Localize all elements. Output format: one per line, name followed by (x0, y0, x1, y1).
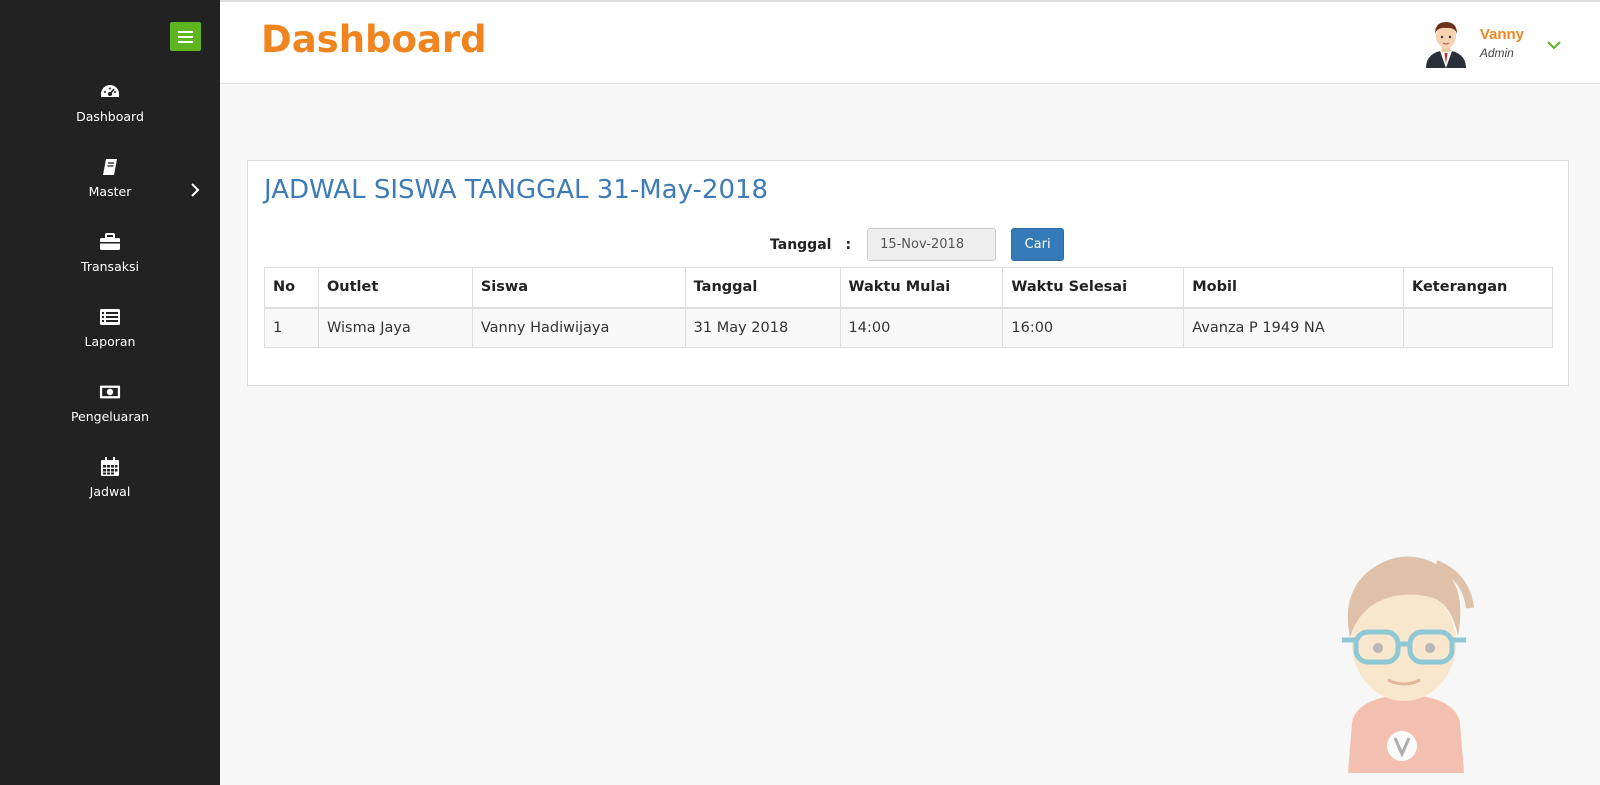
date-label-colon: : (845, 236, 852, 253)
table-cell: 16:00 (1002, 307, 1185, 348)
list-icon (99, 306, 121, 328)
chevron-right-icon (191, 183, 200, 197)
table-header-row: No Outlet Siswa Tanggal Waktu Mulai Wakt… (264, 267, 1554, 309)
table-cell: Avanza P 1949 NA (1183, 307, 1404, 348)
table-cell: 1 (264, 307, 319, 348)
sidebar-item-master[interactable]: Master (0, 150, 220, 225)
mascot-illustration (1342, 556, 1474, 773)
panel-title: JADWAL SISWA TANGGAL 31-May-2018 (264, 175, 769, 205)
calendar-icon (99, 456, 121, 478)
date-label: Tanggal (770, 236, 832, 253)
table-cell: Wisma Jaya (317, 307, 473, 348)
date-input[interactable] (867, 228, 997, 261)
sidebar-item-transaksi[interactable]: Transaksi (0, 225, 220, 300)
sidebar-item-label: Transaksi (81, 259, 139, 274)
avatar (1425, 22, 1466, 68)
column-header: Siswa (471, 267, 686, 309)
sidebar-item-label: Laporan (84, 334, 136, 349)
column-header: No (264, 267, 319, 309)
schedule-panel: JADWAL SISWA TANGGAL 31-May-2018 Tanggal… (247, 160, 1569, 386)
sidebar-item-dashboard[interactable]: Dashboard (0, 75, 220, 150)
sidebar-item-label: Jadwal (89, 484, 131, 499)
money-icon (99, 381, 121, 403)
column-header: Mobil (1183, 267, 1404, 309)
sidebar-item-pengeluaran[interactable]: Pengeluaran (0, 375, 220, 450)
table-cell: Vanny Hadiwijaya (471, 307, 686, 348)
table-cell: 14:00 (839, 307, 1004, 348)
sidebar: Dashboard Master Transaksi Laporan Penge… (0, 0, 220, 785)
column-header: Waktu Mulai (839, 267, 1004, 309)
chevron-down-icon[interactable] (1546, 40, 1562, 50)
book-icon (99, 156, 121, 178)
table-row: 1 Wisma Jaya Vanny Hadiwijaya 31 May 201… (264, 307, 1554, 348)
user-menu[interactable]: Vanny Admin (1422, 18, 1562, 68)
search-button[interactable]: Cari (1011, 228, 1065, 261)
sidebar-nav: Dashboard Master Transaksi Laporan Penge… (0, 75, 220, 525)
user-role: Admin (1479, 46, 1514, 60)
column-header: Waktu Selesai (1002, 267, 1185, 309)
dashboard-icon (99, 81, 121, 103)
sidebar-item-label: Master (88, 184, 132, 199)
top-header: Dashboard Vanny Admin (220, 0, 1600, 84)
schedule-table: No Outlet Siswa Tanggal Waktu Mulai Wakt… (264, 267, 1554, 348)
page-title: Dashboard (261, 18, 487, 61)
column-header: Keterangan (1402, 267, 1554, 309)
user-name: Vanny (1479, 26, 1524, 43)
menu-toggle-button[interactable] (170, 22, 201, 51)
sidebar-item-jadwal[interactable]: Jadwal (0, 450, 220, 525)
table-cell (1402, 307, 1554, 348)
hamburger-icon (178, 30, 193, 33)
search-form: Tanggal : Cari (770, 228, 1065, 261)
sidebar-item-laporan[interactable]: Laporan (0, 300, 220, 375)
column-header: Tanggal (684, 267, 841, 309)
column-header: Outlet (317, 267, 473, 309)
briefcase-icon (99, 231, 121, 253)
table-cell: 31 May 2018 (684, 307, 841, 348)
sidebar-item-label: Pengeluaran (70, 409, 150, 424)
sidebar-item-label: Dashboard (76, 109, 144, 124)
